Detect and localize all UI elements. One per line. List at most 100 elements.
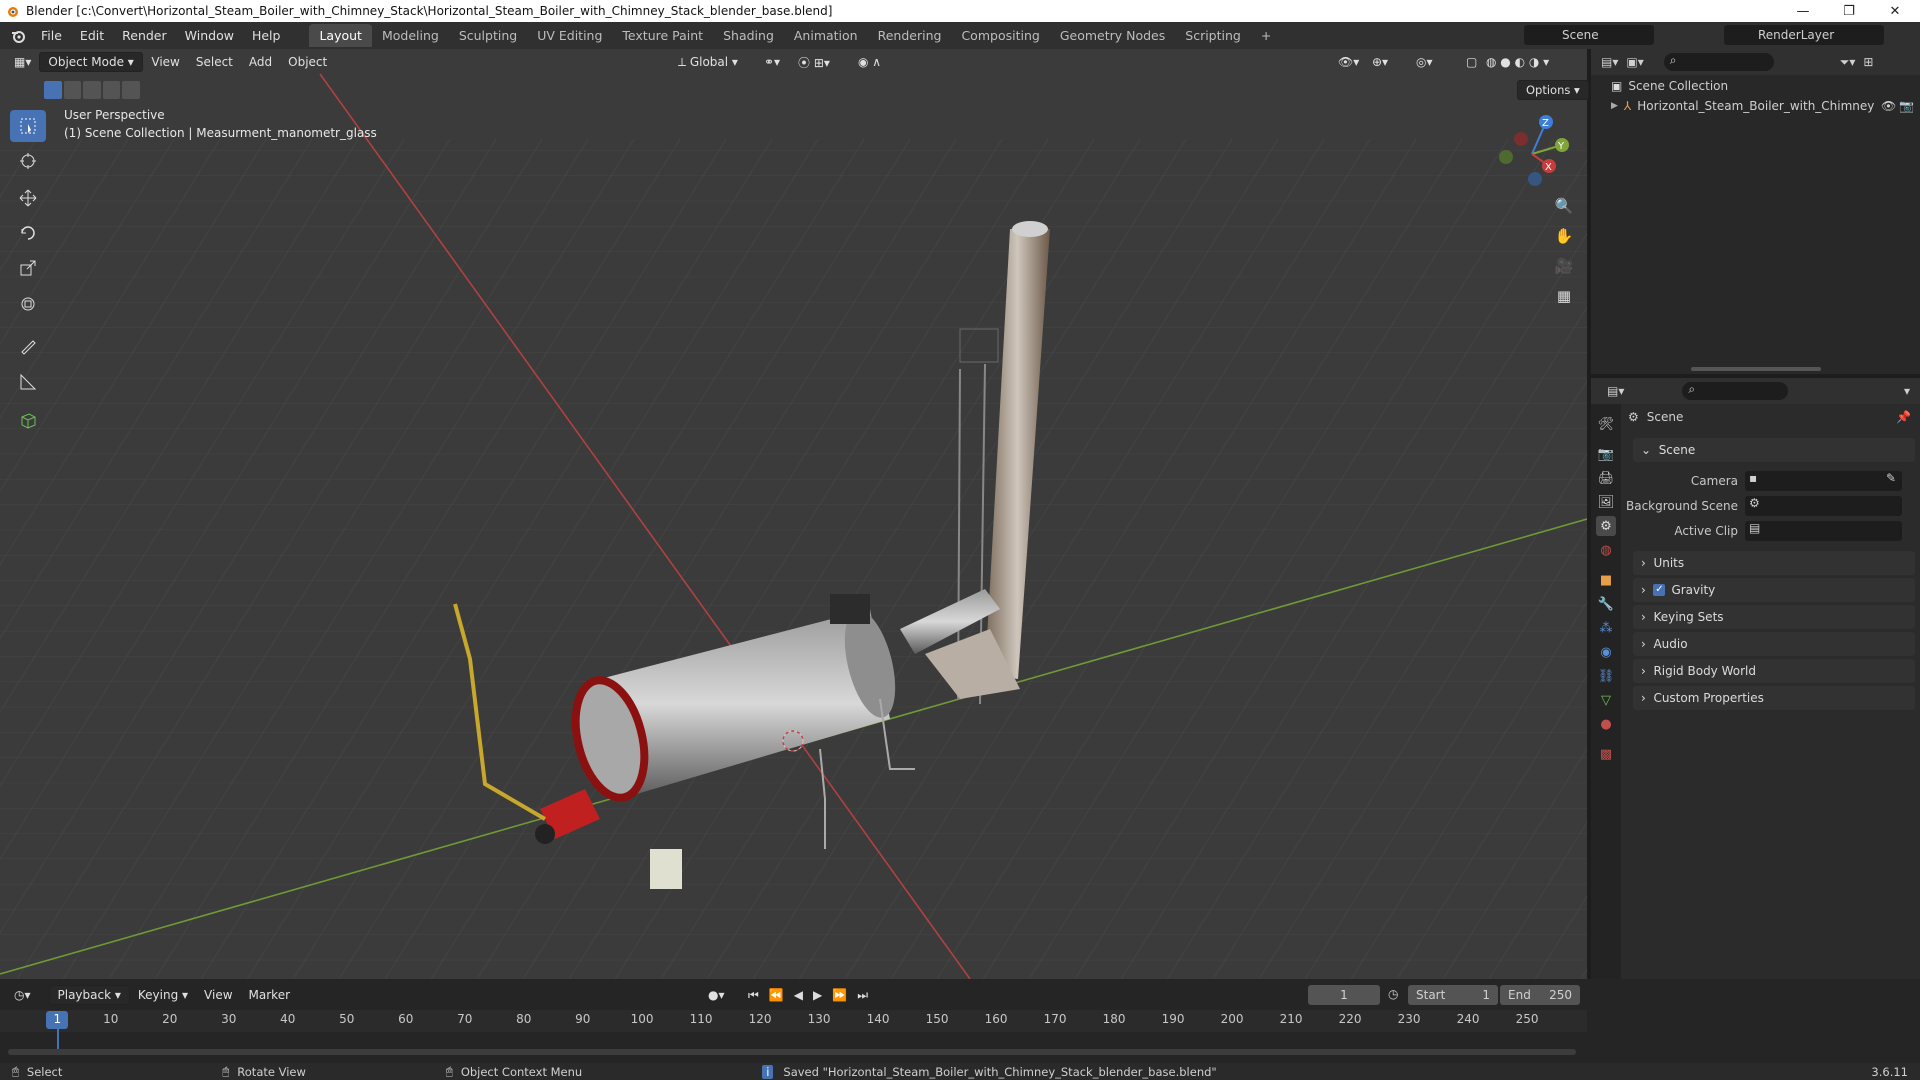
perspective-toggle-icon[interactable]: ▦: [1550, 282, 1578, 310]
start-frame-field[interactable]: Start 1: [1408, 985, 1498, 1005]
play-reverse-icon[interactable]: ◀: [794, 988, 803, 1003]
world-tab-icon[interactable]: ◍: [1596, 540, 1616, 560]
tab-scripting[interactable]: Scripting: [1175, 24, 1251, 47]
move-tool-icon[interactable]: [10, 182, 46, 214]
tab-sculpting[interactable]: Sculpting: [449, 24, 527, 47]
object-tab-icon[interactable]: ■: [1596, 570, 1616, 590]
eyedropper-icon[interactable]: ✎: [1886, 471, 1896, 485]
tab-modeling[interactable]: Modeling: [372, 24, 449, 47]
overlay-toggle-icon[interactable]: ◎▾: [1408, 52, 1441, 72]
output-tab-icon[interactable]: 🖨: [1596, 468, 1616, 488]
view-layer-tab-icon[interactable]: 🖼: [1596, 492, 1616, 512]
tab-layout[interactable]: Layout: [309, 24, 372, 47]
options-button[interactable]: Options ▾: [1517, 80, 1589, 100]
blender-menu-icon[interactable]: [10, 28, 26, 44]
viewport-menu-add[interactable]: Add: [241, 52, 280, 72]
menu-window[interactable]: Window: [176, 28, 243, 43]
outliner-row-scene-collection[interactable]: ▣ Scene Collection: [1611, 79, 1728, 93]
measure-tool-icon[interactable]: [10, 366, 46, 398]
transform-orientation-selector[interactable]: ⟂ Global ▾: [670, 52, 746, 72]
maximize-button[interactable]: ❐: [1826, 0, 1872, 22]
timeline-editor-icon[interactable]: ◷▾: [6, 985, 39, 1005]
add-cube-tool-icon[interactable]: [10, 404, 46, 436]
current-frame-field[interactable]: 1: [1308, 985, 1380, 1005]
record-icon[interactable]: ●▾: [700, 985, 733, 1005]
scene-tab-icon[interactable]: ⚙: [1596, 516, 1616, 536]
play-icon[interactable]: ▶: [813, 988, 822, 1003]
tab-uv-editing[interactable]: UV Editing: [527, 24, 612, 47]
camera-view-icon[interactable]: 🎥: [1550, 252, 1578, 280]
shading-modes[interactable]: ◍ ● ◐ ◑ ▾: [1478, 52, 1557, 72]
units-panel[interactable]: › Units: [1633, 551, 1915, 575]
menu-render[interactable]: Render: [113, 28, 176, 43]
select-invert-icon[interactable]: [102, 81, 121, 99]
outliner-scrollbar[interactable]: [1691, 367, 1821, 371]
rotate-tool-icon[interactable]: [10, 217, 46, 249]
next-keyframe-icon[interactable]: ⏩: [832, 988, 847, 1003]
pan-hand-icon[interactable]: ✋: [1550, 222, 1578, 250]
outliner-search-input[interactable]: ⌕: [1663, 53, 1774, 71]
properties-editor-icon[interactable]: ▤▾: [1607, 384, 1624, 398]
visibility-eye-icon[interactable]: 👁: [1881, 99, 1896, 113]
timeline-menu-view[interactable]: View: [196, 985, 240, 1005]
pin-icon[interactable]: 📌: [1896, 410, 1911, 424]
end-frame-field[interactable]: End 250: [1500, 985, 1580, 1005]
close-button[interactable]: ✕: [1872, 0, 1918, 22]
timeline-menu-keying[interactable]: Keying ▾: [130, 985, 196, 1005]
zoom-icon[interactable]: 🔍: [1550, 192, 1578, 220]
add-workspace-icon[interactable]: +: [1251, 24, 1281, 47]
pivot-icon[interactable]: ⚭▾: [756, 52, 788, 72]
data-tab-icon[interactable]: ▽: [1596, 690, 1616, 710]
annotate-tool-icon[interactable]: [10, 330, 46, 362]
modifier-tab-icon[interactable]: 🔧: [1596, 594, 1616, 614]
proportional-edit-icon[interactable]: ◉ ∧: [850, 52, 889, 72]
timeline-menu-marker[interactable]: Marker: [241, 985, 298, 1005]
select-box-tool-icon[interactable]: [10, 110, 46, 142]
gizmo-toggle-icon[interactable]: ⊕▾: [1364, 52, 1396, 72]
texture-tab-icon[interactable]: ▩: [1596, 744, 1616, 764]
new-collection-icon[interactable]: ⊞: [1863, 55, 1873, 69]
cursor-tool-icon[interactable]: [10, 145, 46, 177]
select-new-icon[interactable]: [44, 81, 62, 99]
viewport-menu-view[interactable]: View: [143, 52, 187, 72]
gravity-checkbox[interactable]: ✓: [1653, 584, 1666, 596]
3d-viewport[interactable]: User Perspective (1) Scene Collection | …: [0, 49, 1587, 979]
viewport-menu-select[interactable]: Select: [188, 52, 241, 72]
editor-type-icon[interactable]: ▦▾: [6, 52, 39, 72]
props-options-icon[interactable]: ▾: [1904, 384, 1910, 398]
physics-tab-icon[interactable]: ◉: [1596, 642, 1616, 662]
keying-sets-panel[interactable]: › Keying Sets: [1633, 605, 1915, 629]
particles-tab-icon[interactable]: ⁂: [1596, 618, 1616, 638]
visibility-icon[interactable]: 👁▾: [1330, 52, 1367, 72]
camera-field[interactable]: ▪ ✎: [1745, 471, 1902, 491]
scene-panel-header[interactable]: ⌄ Scene: [1633, 438, 1915, 462]
constraints-tab-icon[interactable]: ⛓: [1596, 666, 1616, 686]
material-tab-icon[interactable]: ●: [1596, 714, 1616, 734]
outliner-editor-icon[interactable]: ▤▾: [1601, 55, 1618, 69]
select-intersect-icon[interactable]: [122, 81, 140, 99]
scale-tool-icon[interactable]: [10, 252, 46, 284]
audio-panel[interactable]: › Audio: [1633, 632, 1915, 656]
active-clip-field[interactable]: ▤: [1745, 521, 1902, 541]
tab-animation[interactable]: Animation: [784, 24, 868, 47]
background-scene-field[interactable]: ⚙: [1745, 496, 1902, 516]
select-extend-icon[interactable]: [63, 81, 82, 99]
jump-start-icon[interactable]: ⏮: [748, 988, 759, 1003]
preview-range-icon[interactable]: ◷: [1388, 987, 1398, 1001]
tab-compositing[interactable]: Compositing: [951, 24, 1049, 47]
tab-geometry-nodes[interactable]: Geometry Nodes: [1050, 24, 1175, 47]
tab-texture-paint[interactable]: Texture Paint: [612, 24, 713, 47]
timeline-scrollbar[interactable]: [8, 1049, 1576, 1055]
tab-shading[interactable]: Shading: [713, 24, 784, 47]
render-camera-icon[interactable]: 📷: [1899, 99, 1914, 113]
rigid-body-world-panel[interactable]: › Rigid Body World: [1633, 659, 1915, 683]
menu-help[interactable]: Help: [243, 28, 290, 43]
gravity-panel[interactable]: › ✓ Gravity: [1633, 578, 1915, 602]
tab-rendering[interactable]: Rendering: [868, 24, 952, 47]
jump-end-icon[interactable]: ⏭: [857, 988, 868, 1003]
view-layer-selector[interactable]: RenderLayer: [1724, 25, 1884, 45]
timeline-menu-playback[interactable]: Playback ▾: [48, 985, 130, 1005]
transform-tool-icon[interactable]: [10, 288, 46, 320]
viewport-menu-object[interactable]: Object: [280, 52, 335, 72]
mode-selector[interactable]: Object Mode ▾: [39, 52, 144, 72]
